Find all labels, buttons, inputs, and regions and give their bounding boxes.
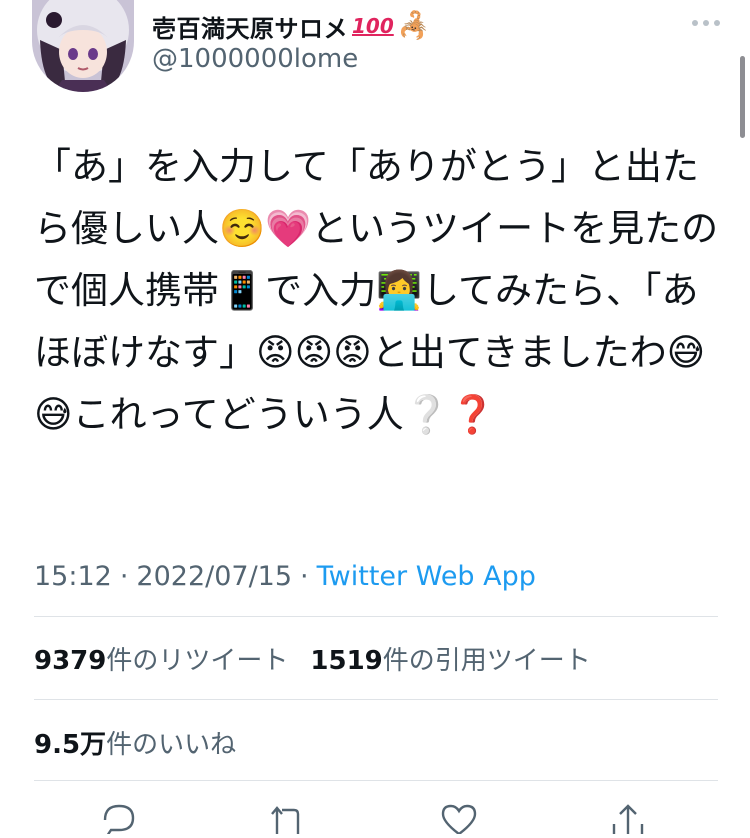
scrollbar[interactable] — [740, 56, 745, 138]
quotes-count: 1519 — [310, 645, 383, 676]
tweet-source-link[interactable]: Twitter Web App — [317, 561, 536, 592]
share-icon[interactable] — [606, 800, 650, 834]
retweet-icon[interactable] — [266, 800, 310, 834]
retweet-stat[interactable]: 9379件のリツイート — [34, 640, 288, 677]
action-bar — [0, 800, 750, 837]
like-stat[interactable]: 9.5万 件のいいね — [34, 724, 236, 760]
likes-count: 9.5万 — [34, 729, 107, 760]
tweet-text: 「あ」を入力して「ありがとう」と出たら優しい人☺️💗というツイートを見たので個人… — [34, 145, 719, 436]
display-name[interactable]: 壱百満天原サロメ — [152, 9, 348, 44]
likes-label: 件のいいね — [106, 729, 237, 760]
quotes-label: 件の引用ツイート — [382, 645, 591, 676]
retweets-count: 9379 — [34, 645, 107, 676]
tweet-date[interactable]: 2022/07/15 — [136, 561, 292, 592]
hundred-points-emoji: 100 — [352, 14, 394, 38]
scorpion-emoji: 🦂 — [397, 11, 431, 41]
divider — [34, 699, 718, 700]
more-icon[interactable] — [688, 8, 724, 38]
retweets-label: 件のリツイート — [106, 645, 289, 676]
meta-separator: · — [119, 560, 129, 592]
avatar[interactable] — [32, 0, 134, 92]
divider — [34, 616, 718, 617]
like-icon[interactable] — [437, 800, 481, 835]
meta-separator: · — [300, 560, 309, 592]
divider — [34, 780, 718, 781]
tweet-meta: 15:12 · 2022/07/15 · Twitter Web App — [34, 554, 536, 598]
user-handle[interactable]: @1000000lome — [152, 44, 358, 74]
tweet-time: 15:12 — [34, 560, 112, 592]
author-name-row[interactable]: 壱百満天原サロメ 100 🦂 — [152, 8, 430, 44]
quote-stat[interactable]: 1519件の引用ツイート — [310, 640, 590, 677]
engagement-stats: 9379件のリツイート 1519件の引用ツイート — [34, 640, 591, 676]
reply-icon[interactable] — [97, 800, 141, 837]
